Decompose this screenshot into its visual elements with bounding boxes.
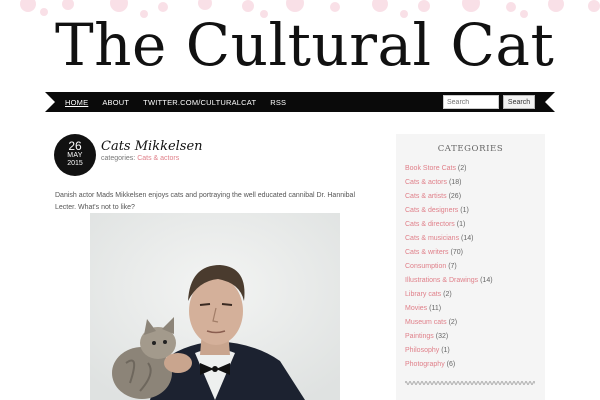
post-photo-man-holding-cat — [90, 213, 340, 400]
category-count: (2) — [448, 319, 458, 326]
category-item: Movies (11) — [405, 302, 493, 316]
category-link[interactable]: Consumption — [405, 263, 446, 270]
category-count: (18) — [448, 179, 462, 186]
category-count: (2) — [443, 291, 452, 298]
post-body: Danish actor Mads Mikkelsen enjoys cats … — [55, 192, 355, 211]
nav-item-twitter[interactable]: TWITTER.COM/CULTURALCAT — [143, 98, 256, 107]
post-date-month: MAY — [67, 152, 83, 159]
category-link[interactable]: Cats & actors — [405, 179, 447, 186]
category-link[interactable]: Paintings — [405, 333, 434, 340]
category-item: Cats & artists (26) — [405, 190, 493, 204]
polka-dot — [40, 8, 48, 16]
category-list: Book Store Cats (2) Cats & actors (18) Cat… — [405, 162, 493, 372]
category-count: (11) — [429, 305, 442, 312]
category-link[interactable]: Cats & musicians — [405, 235, 459, 242]
category-count: (70) — [450, 249, 463, 256]
post-categories: categories: Cats & actors — [101, 155, 179, 162]
category-link[interactable]: Illustrations & Drawings — [405, 277, 478, 284]
nav-item-home[interactable]: HOME — [65, 98, 88, 107]
post-date-day: 26 — [68, 139, 82, 153]
category-item: Cats & musicians (14) — [405, 232, 493, 246]
category-link[interactable]: Library cats — [405, 291, 441, 298]
search-button[interactable]: Search — [503, 95, 535, 109]
category-count: (32) — [435, 333, 449, 340]
sidebar-categories: CATEGORIES Book Store Cats (2) Cats & act… — [396, 134, 545, 400]
category-count: (1) — [456, 221, 466, 228]
category-item: Cats & directors (1) — [405, 218, 493, 232]
nav-item-about[interactable]: ABOUT — [102, 98, 129, 107]
category-link[interactable]: Movies — [405, 305, 427, 312]
polka-dot — [20, 0, 36, 12]
search-input[interactable] — [443, 95, 499, 109]
category-link[interactable]: Philosophy — [405, 347, 439, 354]
category-item: Cats & designers (1) — [405, 204, 493, 218]
category-count: (14) — [480, 277, 493, 284]
category-item: Photography (6) — [405, 358, 493, 372]
category-count: (7) — [448, 263, 457, 270]
post-date-badge: 26 MAY 2015 — [54, 134, 96, 176]
polka-dot — [62, 0, 74, 10]
category-link[interactable]: Cats & directors — [405, 221, 455, 228]
category-item: Consumption (7) — [405, 260, 493, 274]
category-count: (14) — [461, 235, 474, 242]
category-item: Library cats (2) — [405, 288, 493, 302]
category-item: Cats & writers (70) — [405, 246, 493, 260]
category-item: Paintings (32) — [405, 330, 493, 344]
post-category-link[interactable]: Cats & actors — [137, 155, 179, 162]
post-date-year: 2015 — [67, 160, 83, 167]
post-categories-label: categories: — [101, 155, 136, 162]
wavy-divider — [405, 381, 535, 385]
category-link[interactable]: Museum cats — [405, 319, 447, 326]
category-item: Illustrations & Drawings (14) — [405, 274, 493, 288]
polka-dot — [198, 0, 212, 10]
category-link[interactable]: Cats & artists — [405, 193, 447, 200]
category-link[interactable]: Book Store Cats — [405, 165, 456, 172]
nav-item-rss[interactable]: RSS — [270, 98, 286, 107]
category-count: (1) — [441, 347, 450, 354]
post-title[interactable]: Cats Mikkelsen — [101, 139, 203, 154]
category-item: Philosophy (1) — [405, 344, 493, 358]
category-count: (6) — [446, 361, 456, 368]
category-count: (1) — [460, 207, 469, 214]
category-item: Book Store Cats (2) — [405, 162, 493, 176]
category-link[interactable]: Cats & designers — [405, 207, 458, 214]
category-link[interactable]: Cats & writers — [405, 249, 449, 256]
category-link[interactable]: Photography — [405, 361, 445, 368]
site-title[interactable]: The Cultural Cat — [55, 10, 554, 80]
polka-dot — [588, 0, 600, 12]
category-item: Cats & actors (18) — [405, 176, 493, 190]
category-count: (2) — [457, 165, 467, 172]
category-item: Museum cats (2) — [405, 316, 493, 330]
sidebar-title: CATEGORIES — [437, 144, 504, 154]
main-navigation: HOME ABOUT TWITTER.COM/CULTURALCAT RSS S… — [45, 92, 555, 112]
category-count: (26) — [448, 193, 462, 200]
